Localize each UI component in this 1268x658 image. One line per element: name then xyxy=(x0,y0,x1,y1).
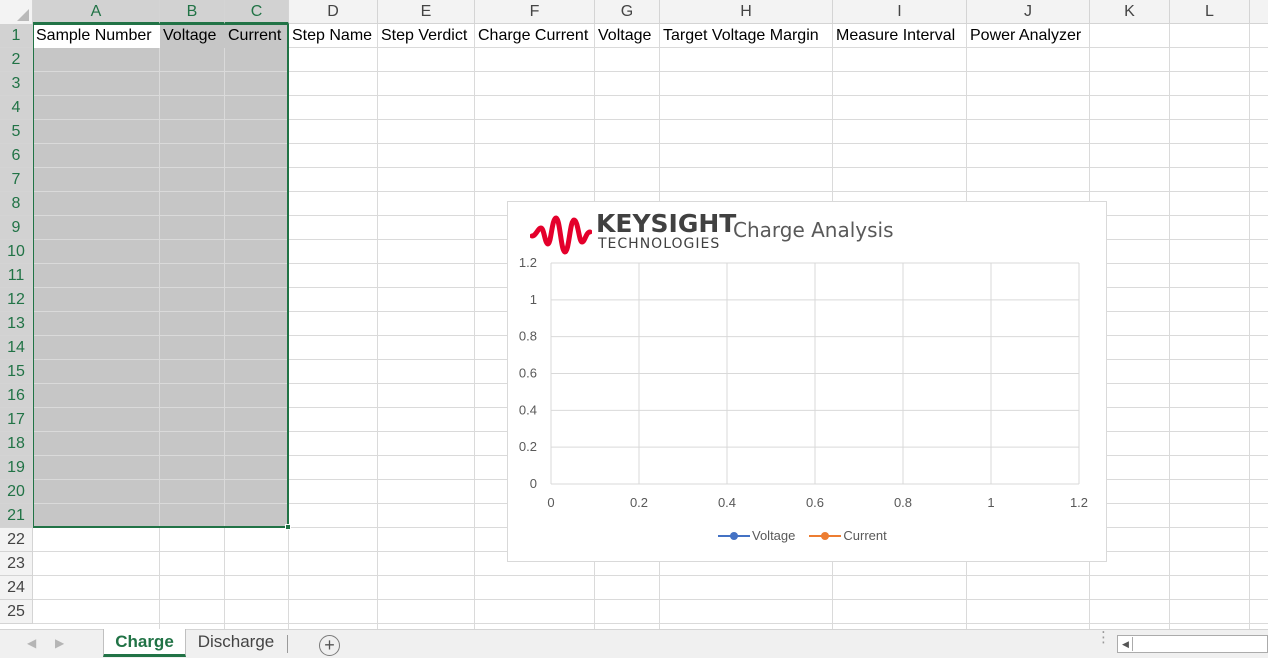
row-header-16[interactable]: 16 xyxy=(0,384,33,408)
row-header-1[interactable]: 1 xyxy=(0,24,33,48)
column-header-bar: A B C D E F G H I J K L xyxy=(0,0,1268,24)
legend-label-voltage: Voltage xyxy=(752,528,796,543)
x-tick-label: 0 xyxy=(547,495,554,510)
row-header-24[interactable]: 24 xyxy=(0,576,33,600)
cell-h1[interactable]: Target Voltage Margin xyxy=(660,24,833,48)
row-header-5[interactable]: 5 xyxy=(0,120,33,144)
row-header-21[interactable]: 21 xyxy=(0,504,33,528)
y-tick-label: 0.6 xyxy=(519,366,537,381)
legend-marker-voltage xyxy=(718,531,750,541)
sheet-tab-charge[interactable]: Charge xyxy=(103,629,186,657)
row-header-2[interactable]: 2 xyxy=(0,48,33,72)
y-tick-label: 0.2 xyxy=(519,439,537,454)
y-tick-label: 0.8 xyxy=(519,329,537,344)
column-header-f[interactable]: F xyxy=(475,0,595,24)
legend-item-current[interactable]: Current xyxy=(809,528,887,543)
row-header-8[interactable]: 8 xyxy=(0,192,33,216)
column-header-k[interactable]: K xyxy=(1090,0,1170,24)
legend-item-voltage[interactable]: Voltage xyxy=(718,528,795,543)
x-tick-label: 1 xyxy=(987,495,994,510)
legend-label-current: Current xyxy=(843,528,887,543)
select-all-icon xyxy=(17,9,29,21)
row-header-22[interactable]: 22 xyxy=(0,528,33,552)
column-header-c[interactable]: C xyxy=(225,0,289,24)
x-tick-label: 0.4 xyxy=(718,495,736,510)
row-header-15[interactable]: 15 xyxy=(0,360,33,384)
row-header-6[interactable]: 6 xyxy=(0,144,33,168)
x-tick-label: 0.2 xyxy=(630,495,648,510)
row-header-25[interactable]: 25 xyxy=(0,600,33,624)
select-all-button[interactable] xyxy=(0,0,33,24)
column-header-e[interactable]: E xyxy=(378,0,475,24)
row-header-9[interactable]: 9 xyxy=(0,216,33,240)
column-header-h[interactable]: H xyxy=(660,0,833,24)
cell-e1[interactable]: Step Verdict xyxy=(378,24,475,48)
cell-j1[interactable]: Power Analyzer xyxy=(967,24,1090,48)
tab-divider xyxy=(287,635,288,653)
x-tick-label: 1.2 xyxy=(1070,495,1088,510)
row-header-17[interactable]: 17 xyxy=(0,408,33,432)
row-header-23[interactable]: 23 xyxy=(0,552,33,576)
selection-border xyxy=(33,24,289,528)
y-tick-label: 1 xyxy=(530,292,537,307)
sheet-tab-discharge[interactable]: Discharge xyxy=(190,629,282,657)
split-handle-icon[interactable]: ⋮ xyxy=(1096,630,1111,645)
row-header-19[interactable]: 19 xyxy=(0,456,33,480)
row-header-4[interactable]: 4 xyxy=(0,96,33,120)
column-header-d[interactable]: D xyxy=(289,0,378,24)
chart-legend[interactable]: Voltage Current xyxy=(718,528,887,543)
row-header-12[interactable]: 12 xyxy=(0,288,33,312)
y-tick-label: 1.2 xyxy=(519,255,537,270)
cell-g1[interactable]: Voltage xyxy=(595,24,660,48)
row-header-20[interactable]: 20 xyxy=(0,480,33,504)
legend-marker-current xyxy=(809,531,842,541)
row-header-3[interactable]: 3 xyxy=(0,72,33,96)
horizontal-scrollbar[interactable]: ◀ xyxy=(1117,635,1268,653)
column-header-b[interactable]: B xyxy=(160,0,225,24)
sheet-tab-bar: ◀ ▶ Charge Discharge + ⋮ ◀ xyxy=(0,629,1268,658)
add-sheet-icon[interactable]: + xyxy=(319,635,340,656)
row-header-13[interactable]: 13 xyxy=(0,312,33,336)
chart-object[interactable]: KEYSIGHT TECHNOLOGIES Charge Analysis 00… xyxy=(507,201,1107,562)
row-header-10[interactable]: 10 xyxy=(0,240,33,264)
cell-i1[interactable]: Measure Interval xyxy=(833,24,967,48)
column-header-i[interactable]: I xyxy=(833,0,967,24)
x-tick-label: 0.6 xyxy=(806,495,824,510)
column-header-l[interactable]: L xyxy=(1170,0,1250,24)
fill-handle[interactable] xyxy=(285,524,291,530)
sheet-next-icon[interactable]: ▶ xyxy=(55,636,64,650)
column-header-a[interactable]: A xyxy=(33,0,160,24)
y-tick-label: 0.4 xyxy=(519,402,537,417)
row-header-11[interactable]: 11 xyxy=(0,264,33,288)
plot-area: 0 0.2 0.4 0.6 0.8 1 1.2 0 0.2 0.4 0.6 0.8 1 1.2 xyxy=(519,255,1088,510)
column-header-j[interactable]: J xyxy=(967,0,1090,24)
x-tick-label: 0.8 xyxy=(894,495,912,510)
cell-f1[interactable]: Charge Current xyxy=(475,24,595,48)
sheet-prev-icon[interactable]: ◀ xyxy=(27,636,36,650)
y-tick-label: 0 xyxy=(530,476,537,491)
row-header-18[interactable]: 18 xyxy=(0,432,33,456)
column-header-g[interactable]: G xyxy=(595,0,660,24)
scroll-left-icon[interactable]: ◀ xyxy=(1119,637,1133,651)
row-header-14[interactable]: 14 xyxy=(0,336,33,360)
row-header-7[interactable]: 7 xyxy=(0,168,33,192)
cell-d1[interactable]: Step Name xyxy=(289,24,378,48)
